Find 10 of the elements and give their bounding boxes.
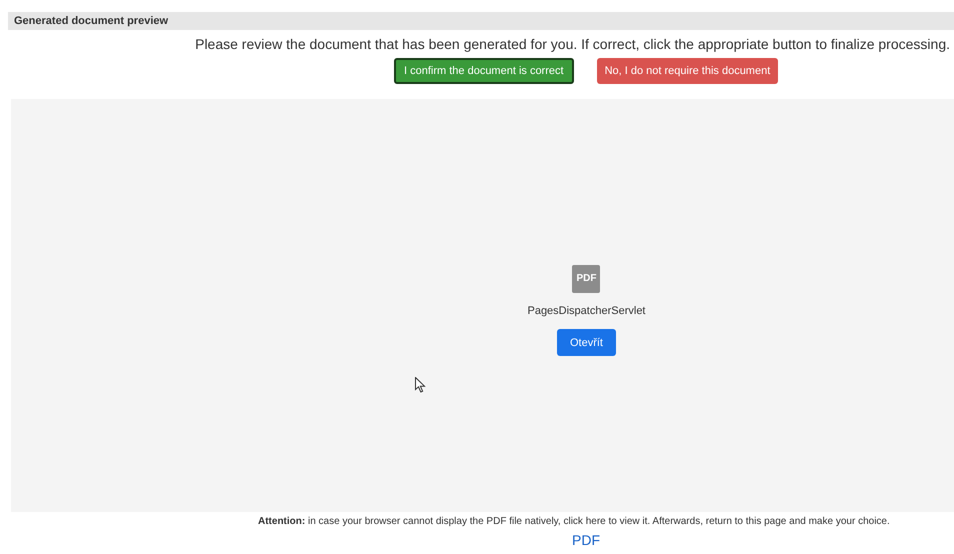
confirm-button[interactable]: I confirm the document is correct	[394, 58, 574, 84]
pdf-link[interactable]: PDF	[572, 532, 600, 548]
open-button[interactable]: Otevřít	[556, 329, 616, 356]
mouse-cursor-icon	[415, 377, 426, 393]
reject-button[interactable]: No, I do not require this document	[596, 58, 778, 84]
notice-text: Attention: in case your browser cannot display the PDF file natively, click here to view it. Afterwards, return to this page and make your choice.	[258, 516, 891, 527]
file-name: PagesDispatcherServlet	[527, 305, 646, 317]
instruction-text: Please review the document that has been generated for you. If correct, click the appropriate button to finalize processing.	[194, 36, 951, 54]
pdf-file-icon: PDF	[572, 265, 600, 293]
section-header: Generated document preview	[8, 12, 954, 30]
